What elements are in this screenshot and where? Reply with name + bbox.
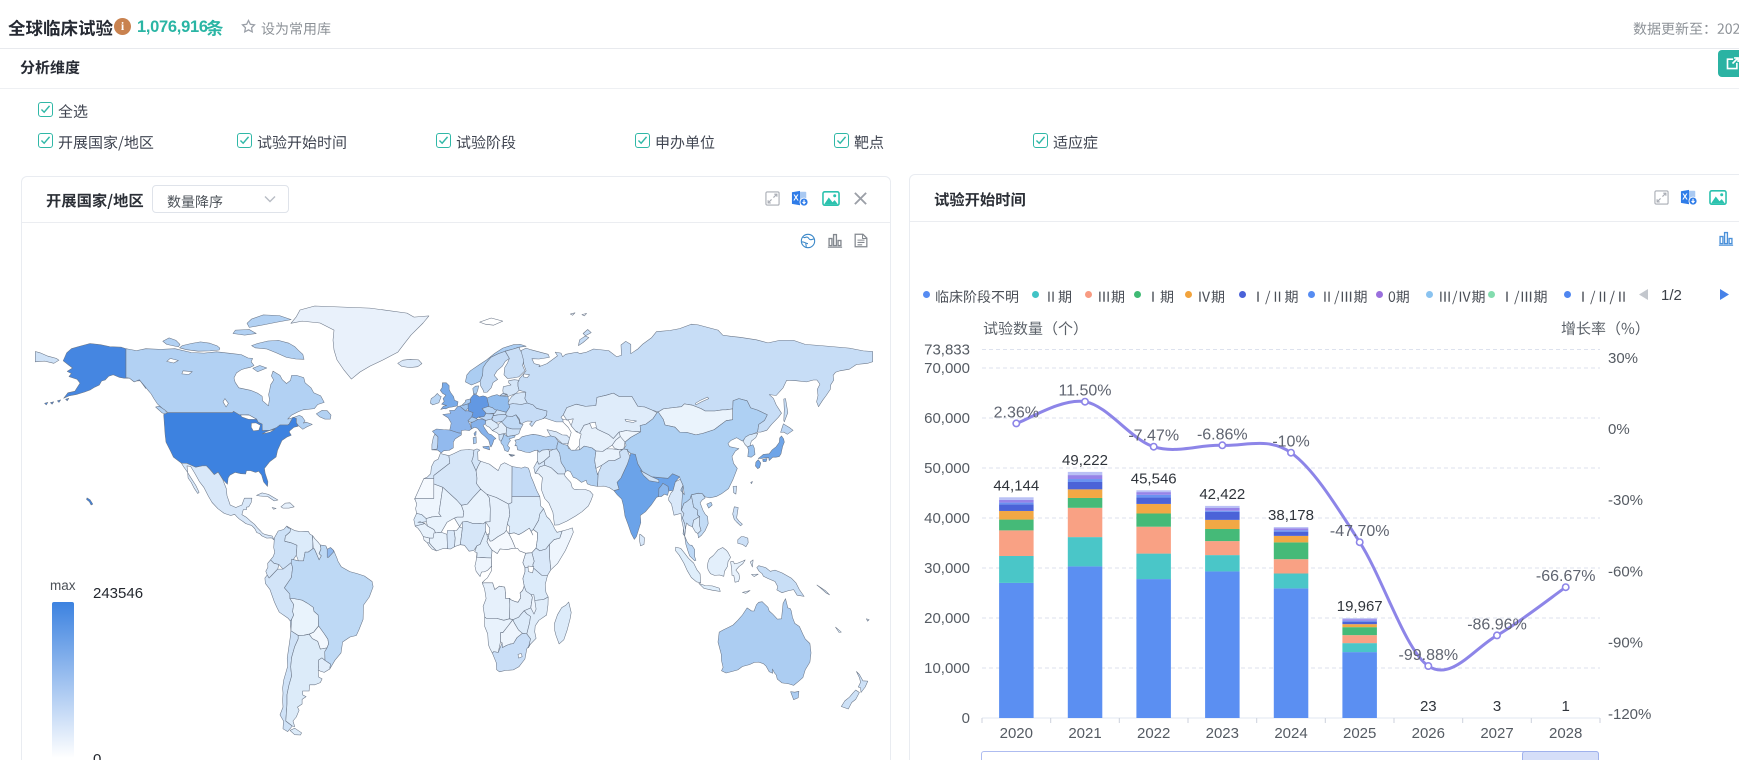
svg-text:-99.88%: -99.88% — [1399, 647, 1459, 664]
svg-text:70,000: 70,000 — [924, 360, 970, 377]
svg-text:23: 23 — [1420, 698, 1437, 715]
svg-text:49,222: 49,222 — [1062, 452, 1108, 469]
svg-text:2023: 2023 — [1206, 725, 1239, 742]
svg-text:-60%: -60% — [1608, 563, 1643, 580]
svg-text:-86.96%: -86.96% — [1467, 616, 1527, 633]
svg-text:11.50%: 11.50% — [1058, 383, 1111, 400]
svg-text:-47.70%: -47.70% — [1330, 523, 1390, 540]
svg-text:1: 1 — [1562, 698, 1570, 715]
svg-text:42,422: 42,422 — [1199, 486, 1245, 503]
svg-text:38,178: 38,178 — [1268, 507, 1314, 524]
svg-text:50,000: 50,000 — [924, 460, 970, 477]
svg-text:40,000: 40,000 — [924, 510, 970, 527]
svg-text:19,967: 19,967 — [1337, 598, 1383, 615]
svg-text:0: 0 — [962, 710, 970, 727]
svg-text:73,833: 73,833 — [924, 342, 970, 359]
svg-text:2027: 2027 — [1480, 725, 1513, 742]
svg-text:30%: 30% — [1608, 350, 1638, 367]
svg-text:20,000: 20,000 — [924, 610, 970, 627]
svg-text:2028: 2028 — [1549, 725, 1582, 742]
svg-text:-66.67%: -66.67% — [1536, 568, 1596, 585]
svg-text:-30%: -30% — [1608, 492, 1643, 509]
svg-text:X: X — [793, 194, 799, 203]
svg-text:-7.47%: -7.47% — [1128, 428, 1179, 445]
svg-text:2.36%: 2.36% — [994, 404, 1039, 421]
svg-text:-90%: -90% — [1608, 635, 1643, 652]
svg-text:2024: 2024 — [1274, 725, 1307, 742]
svg-text:2022: 2022 — [1137, 725, 1170, 742]
svg-text:-120%: -120% — [1608, 706, 1651, 723]
svg-text:2020: 2020 — [1000, 725, 1033, 742]
svg-text:2025: 2025 — [1343, 725, 1376, 742]
svg-text:60,000: 60,000 — [924, 410, 970, 427]
svg-text:10,000: 10,000 — [924, 660, 970, 677]
svg-text:2026: 2026 — [1412, 725, 1445, 742]
svg-text:0%: 0% — [1608, 421, 1630, 438]
svg-text:45,546: 45,546 — [1131, 470, 1177, 487]
svg-text:44,144: 44,144 — [993, 477, 1039, 494]
svg-text:30,000: 30,000 — [924, 560, 970, 577]
svg-text:-10%: -10% — [1272, 434, 1309, 451]
svg-text:X: X — [1682, 193, 1688, 202]
svg-text:-6.86%: -6.86% — [1197, 426, 1248, 443]
svg-text:2021: 2021 — [1068, 725, 1101, 742]
svg-text:3: 3 — [1493, 698, 1501, 715]
